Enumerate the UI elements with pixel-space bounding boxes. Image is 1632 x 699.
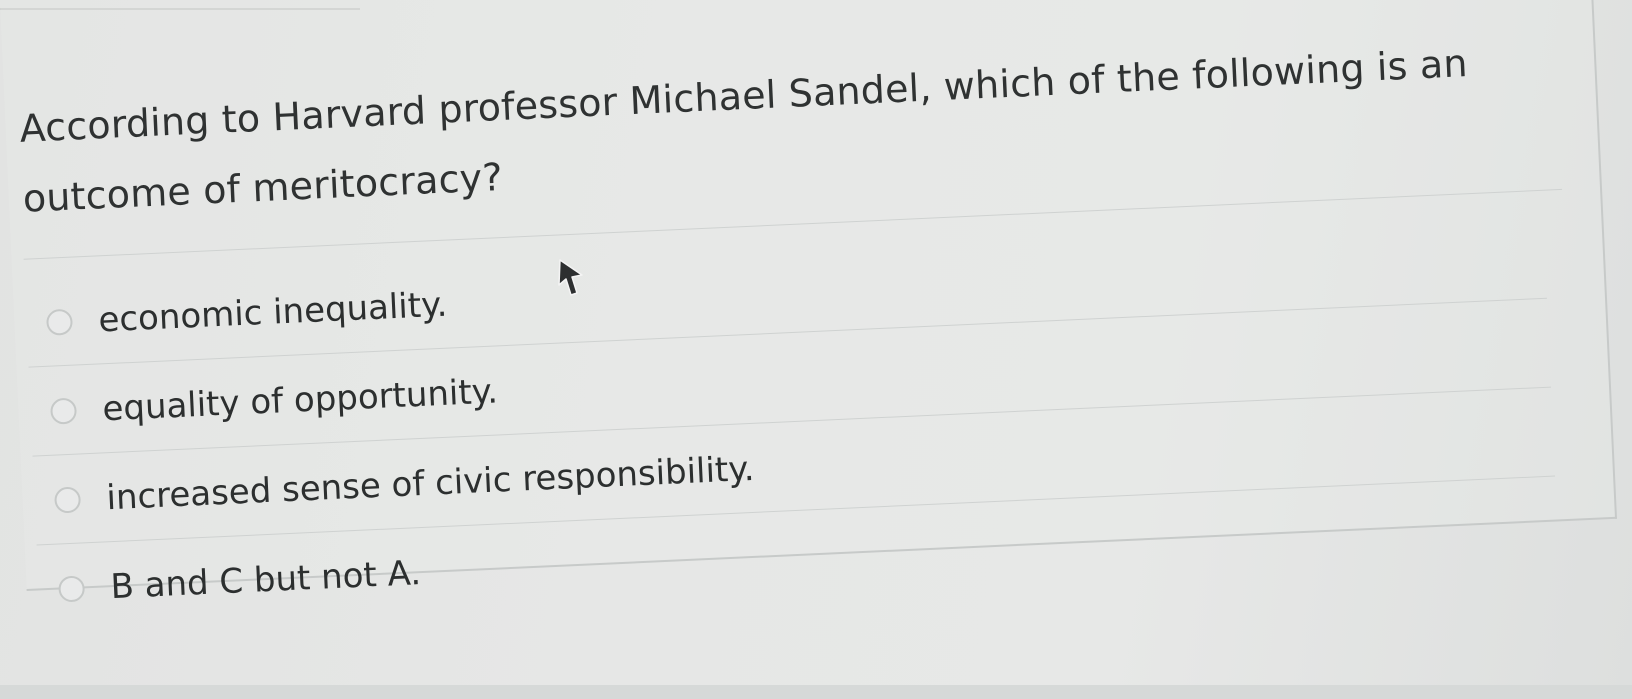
answer-label-c: increased sense of civic responsibility. — [105, 448, 756, 518]
answer-list: economic inequality. equality of opportu… — [44, 210, 1559, 634]
radio-button-b[interactable] — [49, 397, 78, 425]
radio-button-c[interactable] — [53, 485, 82, 514]
answer-label-a: economic inequality. — [97, 284, 449, 340]
question-card: According to Harvard professor Michael S… — [0, 0, 1632, 699]
answer-label-b: equality of opportunity. — [101, 370, 499, 429]
mouse-pointer-icon — [558, 259, 583, 296]
radio-button-a[interactable] — [45, 308, 74, 336]
screen: According to Harvard professor Michael S… — [0, 0, 1632, 685]
radio-button-d[interactable] — [58, 574, 86, 603]
answer-label-d: B and C but not A. — [109, 552, 422, 607]
